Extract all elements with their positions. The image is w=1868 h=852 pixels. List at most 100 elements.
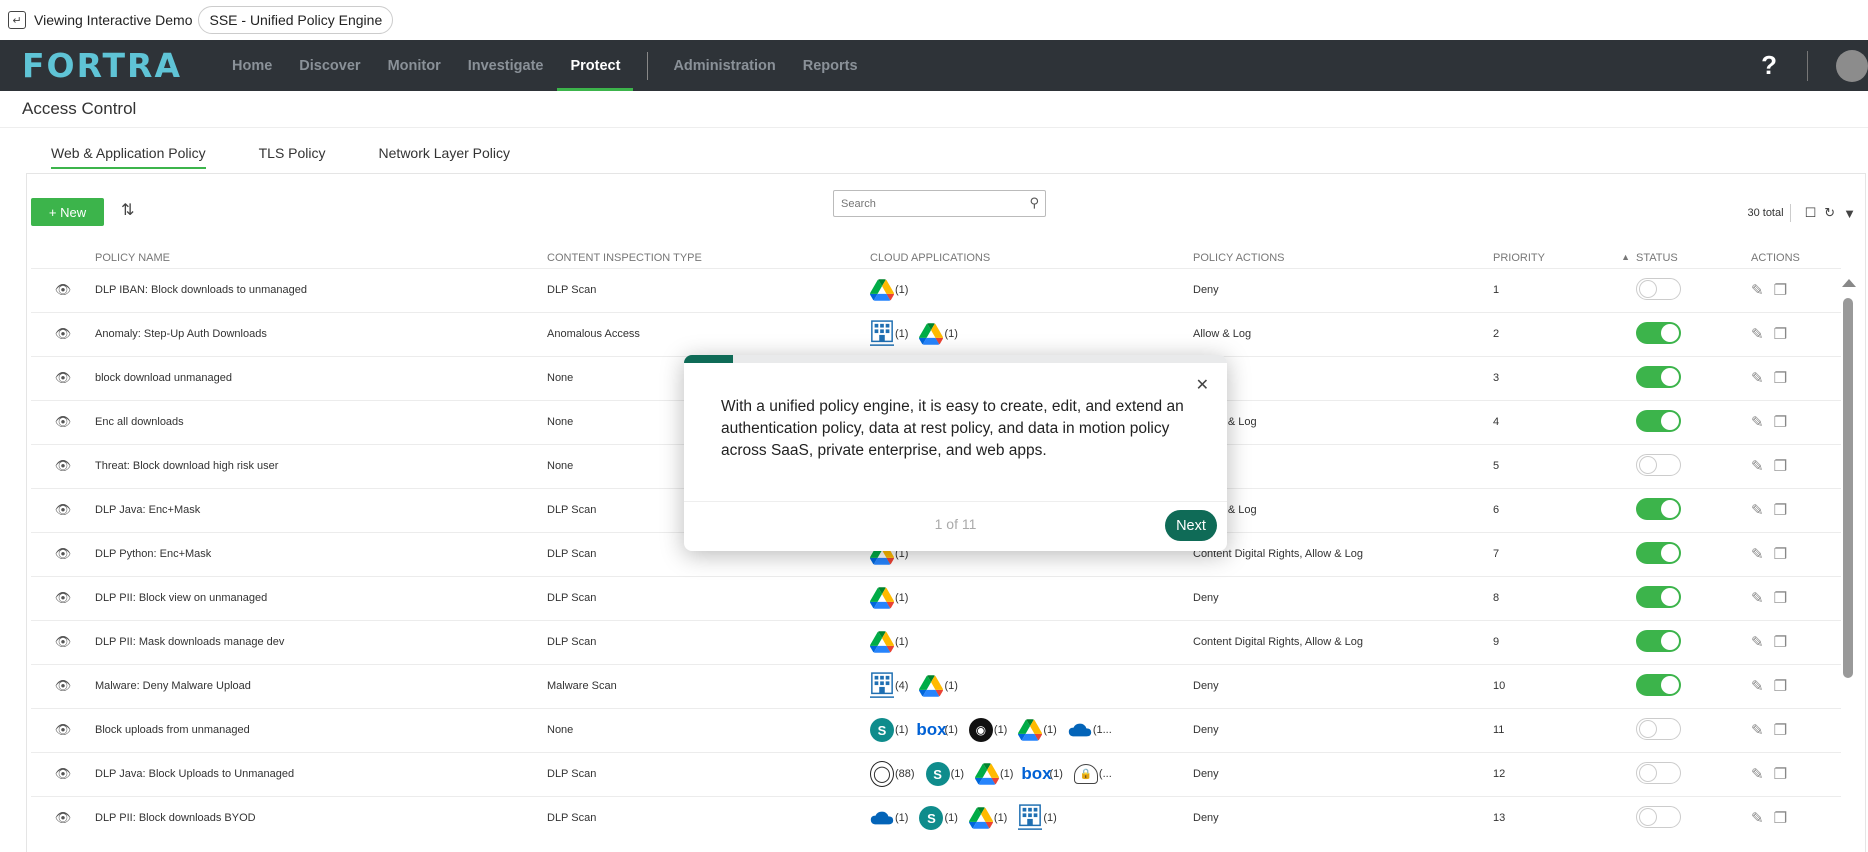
policy-name[interactable]: DLP Java: Enc+Mask <box>95 487 547 532</box>
policy-name[interactable]: Malware: Deny Malware Upload <box>95 663 547 708</box>
eye-icon[interactable]: 👁 <box>55 590 72 605</box>
status-toggle[interactable] <box>1636 805 1681 828</box>
scroll-up-arrow[interactable] <box>1842 279 1856 287</box>
edit-icon[interactable]: ✎ <box>1751 370 1764 387</box>
table-row[interactable]: 👁 Anomaly: Step-Up Auth Downloads Anomalou… <box>31 311 1841 356</box>
nav-item-investigate[interactable]: Investigate <box>468 40 544 91</box>
status-toggle[interactable] <box>1636 409 1681 432</box>
search-input[interactable] <box>834 191 1014 216</box>
nav-item-monitor[interactable]: Monitor <box>388 40 441 91</box>
exit-demo-icon[interactable]: ↵ <box>8 11 26 29</box>
status-toggle[interactable] <box>1636 585 1681 608</box>
eye-icon[interactable]: 👁 <box>55 414 72 429</box>
copy-icon[interactable]: ❐ <box>1774 678 1787 695</box>
app-chip[interactable]: (4) <box>870 672 908 698</box>
column-header-status[interactable]: STATUS <box>1636 248 1751 268</box>
app-chip[interactable]: (1) <box>1018 718 1057 742</box>
table-row[interactable]: 👁 DLP PII: Block view on unmanaged DLP Sca… <box>31 575 1841 620</box>
edit-icon[interactable]: ✎ <box>1751 810 1764 827</box>
eye-icon[interactable]: 👁 <box>55 502 72 517</box>
search-icon[interactable]: ⚲ <box>1029 195 1039 211</box>
policy-name[interactable]: block download unmanaged <box>95 355 547 400</box>
copy-icon[interactable]: ❐ <box>1774 590 1787 607</box>
edit-icon[interactable]: ✎ <box>1751 282 1764 299</box>
nav-item-administration[interactable]: Administration <box>673 40 775 91</box>
app-chip[interactable]: (1) <box>870 586 908 610</box>
nav-item-protect[interactable]: Protect <box>557 40 634 91</box>
table-row[interactable]: 👁 DLP PII: Mask downloads manage dev DLP S… <box>31 619 1841 664</box>
edit-icon[interactable]: ✎ <box>1751 458 1764 475</box>
copy-icon[interactable]: ❐ <box>1774 634 1787 651</box>
app-chip[interactable]: ◯ (88) <box>870 761 915 787</box>
status-toggle[interactable] <box>1636 365 1681 388</box>
policy-name[interactable]: Threat: Block download high risk user <box>95 443 547 488</box>
policy-name[interactable]: DLP PII: Block downloads BYOD <box>95 795 547 840</box>
new-policy-button[interactable]: + New <box>31 198 104 226</box>
column-header-policy-actions[interactable]: POLICY ACTIONS <box>1193 248 1493 268</box>
edit-icon[interactable]: ✎ <box>1751 414 1764 431</box>
app-chip[interactable]: 🔒 (... <box>1073 762 1112 786</box>
close-icon[interactable]: ✕ <box>1196 375 1209 395</box>
edit-icon[interactable]: ✎ <box>1751 590 1764 607</box>
app-chip[interactable]: (1) <box>870 320 908 346</box>
status-toggle[interactable] <box>1636 761 1681 784</box>
eye-icon[interactable]: 👁 <box>55 634 72 649</box>
copy-icon[interactable]: ❐ <box>1774 502 1787 519</box>
tab-web-application-policy[interactable]: Web & Application Policy <box>51 145 206 169</box>
status-toggle[interactable] <box>1636 629 1681 652</box>
nav-item-reports[interactable]: Reports <box>803 40 858 91</box>
status-toggle[interactable] <box>1636 321 1681 344</box>
eye-icon[interactable]: 👁 <box>55 766 72 781</box>
policy-name[interactable]: DLP PII: Mask downloads manage dev <box>95 619 547 664</box>
copy-icon[interactable]: ❐ <box>1774 370 1787 387</box>
eye-icon[interactable]: 👁 <box>55 678 72 693</box>
status-toggle[interactable] <box>1636 541 1681 564</box>
edit-icon[interactable]: ✎ <box>1751 722 1764 739</box>
column-header-priority[interactable]: PRIORITY ▲ <box>1493 248 1636 268</box>
refresh-icon[interactable]: ↻ <box>1824 205 1835 221</box>
policy-name[interactable]: DLP PII: Block view on unmanaged <box>95 575 547 620</box>
edit-icon[interactable]: ✎ <box>1751 546 1764 563</box>
policy-name[interactable]: DLP IBAN: Block downloads to unmanaged <box>95 267 547 312</box>
eye-icon[interactable]: 👁 <box>55 282 72 297</box>
policy-name[interactable]: Block uploads from unmanaged <box>95 707 547 752</box>
policy-name[interactable]: DLP Python: Enc+Mask <box>95 531 547 576</box>
copy-icon[interactable]: ❐ <box>1774 722 1787 739</box>
app-chip[interactable]: (1) <box>870 278 908 302</box>
tab-network-layer-policy[interactable]: Network Layer Policy <box>379 145 511 169</box>
eye-icon[interactable]: 👁 <box>55 326 72 341</box>
scrollbar-thumb[interactable] <box>1843 298 1853 678</box>
status-toggle[interactable] <box>1636 277 1681 300</box>
policy-name[interactable]: Enc all downloads <box>95 399 547 444</box>
status-toggle[interactable] <box>1636 497 1681 520</box>
table-row[interactable]: 👁 Block uploads from unmanaged None S (1) box… <box>31 707 1841 752</box>
app-chip[interactable]: box (1) <box>916 718 958 742</box>
table-row[interactable]: 👁 Malware: Deny Malware Upload Malware Sca… <box>31 663 1841 708</box>
nav-item-home[interactable]: Home <box>232 40 272 91</box>
app-chip[interactable]: (1) <box>870 630 908 654</box>
edit-icon[interactable]: ✎ <box>1751 326 1764 343</box>
edit-icon[interactable]: ✎ <box>1751 678 1764 695</box>
eye-icon[interactable]: 👁 <box>55 546 72 561</box>
app-chip[interactable]: (1) <box>870 806 908 830</box>
edit-icon[interactable]: ✎ <box>1751 502 1764 519</box>
tab-tls-policy[interactable]: TLS Policy <box>259 145 326 169</box>
policy-name[interactable]: DLP Java: Block Uploads to Unmanaged <box>95 751 547 796</box>
copy-icon[interactable]: ❐ <box>1774 458 1787 475</box>
copy-icon[interactable]: ❐ <box>1774 810 1787 827</box>
app-chip[interactable]: ◉ (1) <box>968 718 1007 742</box>
copy-icon[interactable]: ❐ <box>1774 414 1787 431</box>
status-toggle[interactable] <box>1636 717 1681 740</box>
edit-icon[interactable]: ✎ <box>1751 766 1764 783</box>
copy-icon[interactable]: ❐ <box>1774 546 1787 563</box>
help-icon[interactable]: ? <box>1761 50 1777 81</box>
app-chip[interactable]: S (1) <box>919 806 958 831</box>
app-chip[interactable]: (1... <box>1068 718 1112 742</box>
column-header-inspection-type[interactable]: CONTENT INSPECTION TYPE <box>547 248 870 268</box>
status-toggle[interactable] <box>1636 453 1681 476</box>
table-row[interactable]: 👁 DLP PII: Block downloads BYOD DLP Scan (1… <box>31 795 1841 840</box>
app-chip[interactable]: (1) <box>975 762 1013 786</box>
avatar[interactable] <box>1836 49 1868 82</box>
app-chip[interactable]: (1) <box>919 322 958 346</box>
column-header-policy-name[interactable]: POLICY NAME <box>95 248 547 268</box>
